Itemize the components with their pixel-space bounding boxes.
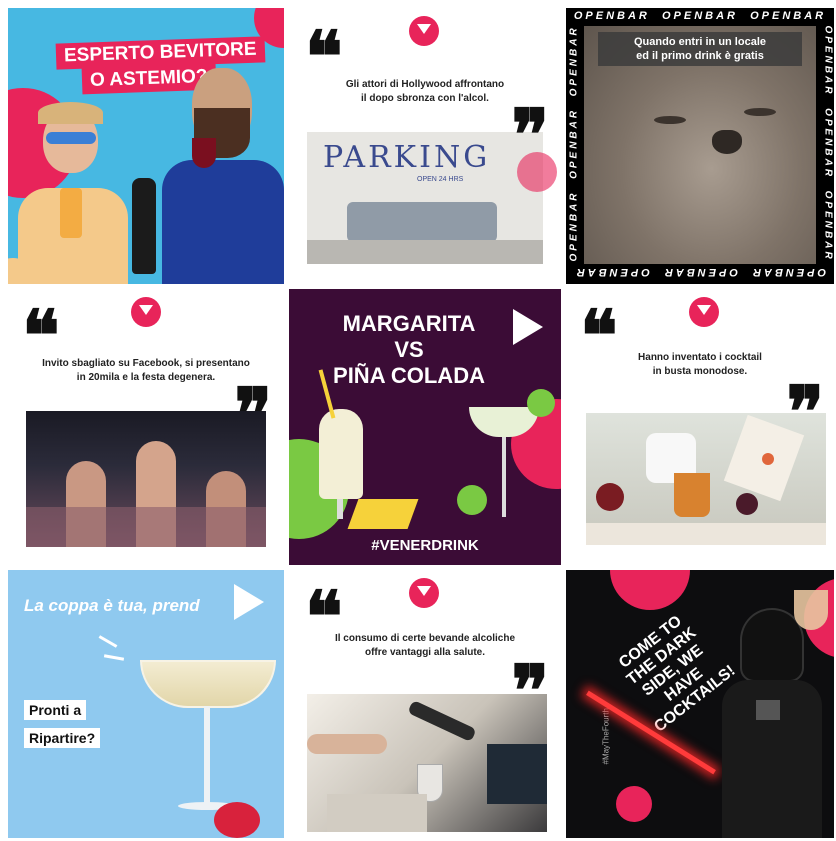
cocktail-logo-icon bbox=[689, 297, 719, 327]
caption-line-2: in busta monodose. bbox=[652, 366, 748, 377]
post-tile-hollywood[interactable]: ❝ Gli attori di Hollywood affrontano il … bbox=[289, 8, 561, 284]
openbar-banner-right: OPENBAR OPENBAR OPENBAR bbox=[822, 25, 834, 262]
champagne-glass bbox=[140, 660, 276, 708]
person-right-image bbox=[158, 68, 284, 284]
post-tile-health[interactable]: ❝ Il consumo di certe bevande alcoliche … bbox=[289, 570, 561, 838]
cocktail-pouch-photo bbox=[586, 413, 826, 545]
post-tile-dark-side[interactable]: COME TO THE DARK SIDE, WE HAVE COCKTAILS… bbox=[566, 570, 834, 838]
caption-line-1: Il consumo di certe bevande alcoliche bbox=[334, 633, 516, 644]
post-tile-margarita-vs-pinacolada[interactable]: MARGARITA VS PIÑA COLADA #VENERDRINK bbox=[289, 289, 561, 565]
play-icon[interactable] bbox=[234, 584, 264, 620]
title-line-1: MARGARITA bbox=[342, 311, 476, 336]
pina-colada-glass bbox=[319, 409, 363, 499]
post-tile-cocktail-pouch[interactable]: ❝ Hanno inventato i cocktail in busta mo… bbox=[566, 289, 834, 565]
caption-box: Quando entri in un locale ed il primo dr… bbox=[598, 32, 802, 66]
person-left-image bbox=[18, 102, 128, 284]
caption-line-1: Quando entri in un locale bbox=[633, 36, 766, 48]
cocktail-glass-image bbox=[794, 590, 828, 630]
headline: La coppa è tua, prend bbox=[24, 596, 200, 615]
caption-line-2: offre vantaggi alla salute. bbox=[364, 647, 486, 658]
quote-close-icon: ❞ bbox=[511, 93, 549, 176]
wine-pouring-photo bbox=[307, 694, 547, 832]
parking-sign: PARKING bbox=[323, 140, 491, 175]
openbar-banner-top: OPENBAR OPENBAR OPENBAR bbox=[573, 10, 827, 22]
darth-vader-image bbox=[716, 610, 834, 838]
post-tile-facebook-party[interactable]: ❝ Invito sbagliato su Facebook, si prese… bbox=[8, 289, 284, 565]
title-line-2: VS bbox=[394, 337, 424, 362]
caption-line-2: in 20mila e la festa degenera. bbox=[76, 372, 216, 383]
hashtag: #VENERDRINK bbox=[371, 537, 479, 554]
openbar-banner-left: OPENBAR OPENBAR OPENBAR bbox=[568, 25, 580, 262]
post-tile-coppa[interactable]: La coppa è tua, prend Pronti a Ripartire… bbox=[8, 570, 284, 838]
badge-line-1: Pronti a bbox=[24, 700, 87, 720]
caption-line-1: Hanno inventato i cocktail bbox=[638, 352, 762, 363]
cocktail-logo-icon bbox=[409, 16, 439, 46]
hashtag: #MayTheFourth bbox=[601, 708, 611, 765]
wine-bottle-image bbox=[132, 178, 156, 274]
cocktail-logo-icon bbox=[409, 578, 439, 608]
caption-line-2: ed il primo drink è gratis bbox=[636, 50, 764, 62]
parking-sign-sub: OPEN 24 HRS bbox=[417, 176, 464, 183]
crowd-photo bbox=[26, 411, 266, 547]
post-tile-openbar-seal[interactable]: OPENBAR OPENBAR OPENBAR Quando entri in … bbox=[566, 8, 834, 284]
caption-line-1: Gli attori di Hollywood affrontano bbox=[345, 79, 505, 90]
caption-line-1: Invito sbagliato su Facebook, si present… bbox=[42, 358, 250, 369]
play-icon[interactable] bbox=[513, 309, 543, 345]
cocktail-logo-icon bbox=[131, 297, 161, 327]
post-tile-esperto-bevitore[interactable]: ESPERTO BEVITORE O ASTEMIO? bbox=[8, 8, 284, 284]
openbar-banner-bottom: OPENBAR OPENBAR OPENBAR bbox=[573, 266, 827, 278]
headline-line-1: ESPERTO BEVITORE bbox=[63, 38, 257, 67]
caption-line-2: il dopo sbronza con l'alcol. bbox=[361, 93, 489, 104]
parking-photo: PARKING OPEN 24 HRS bbox=[307, 132, 557, 264]
badge-line-2: Ripartire? bbox=[24, 728, 101, 748]
